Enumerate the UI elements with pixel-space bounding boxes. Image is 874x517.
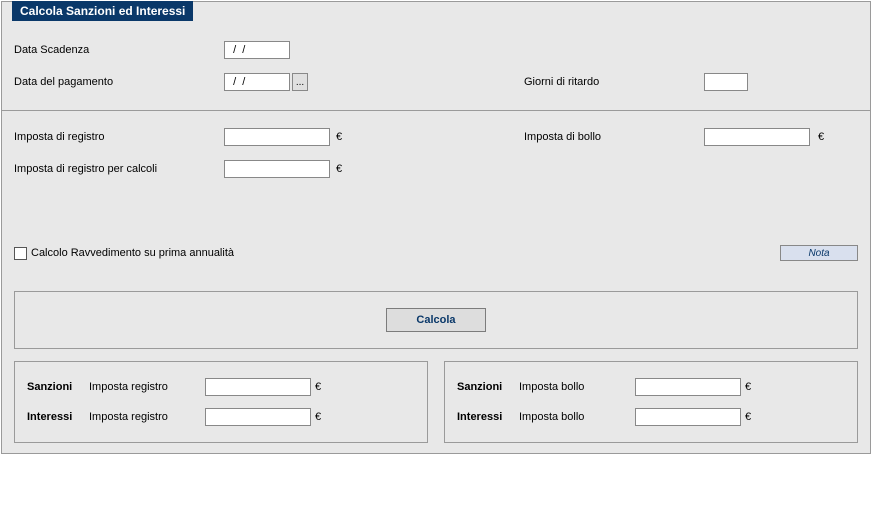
euro-symbol: €	[336, 131, 342, 143]
sanzioni-label: Sanzioni	[27, 381, 89, 393]
data-pagamento-input[interactable]	[224, 73, 290, 91]
euro-symbol: €	[336, 163, 342, 175]
imposta-registro-calcoli-input[interactable]	[224, 160, 330, 178]
calcola-button[interactable]: Calcola	[386, 308, 486, 332]
calcola-panel: Calcola	[14, 291, 858, 349]
euro-symbol: €	[745, 411, 751, 423]
interessi-bollo-input[interactable]	[635, 408, 741, 426]
imposta-bollo-label: Imposta di bollo	[524, 131, 704, 143]
euro-symbol: €	[315, 381, 321, 393]
calcolo-ravvedimento-label: Calcolo Ravvedimento su prima annualità	[31, 247, 234, 259]
interessi-label-2: Interessi	[457, 411, 519, 423]
imposta-registro-input[interactable]	[224, 128, 330, 146]
result-registro-panel: Sanzioni Imposta registro € Interessi Im…	[14, 361, 428, 443]
calcolo-ravvedimento-checkbox[interactable]	[14, 247, 27, 260]
imposta-bollo-input[interactable]	[704, 128, 810, 146]
euro-symbol: €	[745, 381, 751, 393]
imposta-registro-result-label2: Imposta registro	[89, 411, 205, 423]
data-scadenza-input[interactable]	[224, 41, 290, 59]
imposta-bollo-result-label: Imposta bollo	[519, 381, 635, 393]
panel-title: Calcola Sanzioni ed Interessi	[12, 1, 193, 21]
date-section: Data Scadenza Data del pagamento ... Gio…	[14, 12, 858, 106]
importi-section: Imposta di registro € Imposta di bollo €…	[14, 121, 858, 261]
date-picker-button[interactable]: ...	[292, 73, 308, 91]
euro-symbol: €	[818, 131, 824, 143]
imposta-registro-result-label: Imposta registro	[89, 381, 205, 393]
imposta-registro-calcoli-label: Imposta di registro per calcoli	[14, 163, 224, 175]
sanzioni-registro-input[interactable]	[205, 378, 311, 396]
giorni-ritardo-input[interactable]	[704, 73, 748, 91]
data-pagamento-label: Data del pagamento	[14, 76, 224, 88]
sanzioni-label-2: Sanzioni	[457, 381, 519, 393]
result-bollo-panel: Sanzioni Imposta bollo € Interessi Impos…	[444, 361, 858, 443]
data-scadenza-label: Data Scadenza	[14, 44, 224, 56]
imposta-bollo-result-label2: Imposta bollo	[519, 411, 635, 423]
giorni-ritardo-label: Giorni di ritardo	[524, 76, 704, 88]
sanzioni-bollo-input[interactable]	[635, 378, 741, 396]
main-panel: Calcola Sanzioni ed Interessi Data Scade…	[1, 1, 871, 454]
interessi-label: Interessi	[27, 411, 89, 423]
euro-symbol: €	[315, 411, 321, 423]
nota-button[interactable]: Nota	[780, 245, 858, 261]
interessi-registro-input[interactable]	[205, 408, 311, 426]
imposta-registro-label: Imposta di registro	[14, 131, 224, 143]
divider	[2, 110, 870, 111]
